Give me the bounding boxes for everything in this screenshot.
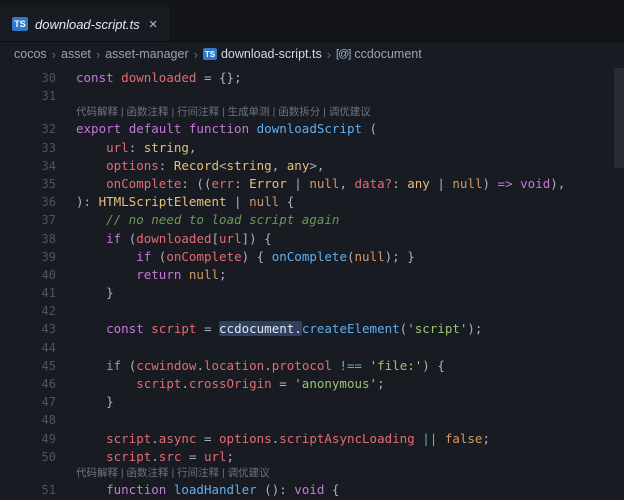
line-number: 33	[41, 140, 56, 155]
code-line[interactable]: 41 }	[0, 284, 624, 302]
line-number: 47	[41, 395, 56, 410]
code-line-text: return null;	[136, 266, 227, 282]
breadcrumb-symbol-label: ccdocument	[354, 47, 422, 61]
line-number: 49	[41, 431, 56, 446]
line-number: 38	[41, 231, 56, 246]
typescript-file-icon: TS	[202, 48, 217, 60]
line-number: 39	[41, 249, 56, 264]
code-line-text: options: Record<string, any>,	[106, 157, 325, 173]
code-line-text: export default function downloadScript (	[76, 121, 378, 137]
breadcrumb-item-asset[interactable]: asset	[61, 47, 91, 61]
code-line[interactable]: 39 if (onComplete) { onComplete(null); }	[0, 248, 624, 266]
code-line-text: if (downloaded[url]) {	[106, 230, 272, 246]
breadcrumb-item-asset-manager[interactable]: asset-manager	[105, 47, 188, 61]
code-line-text: ): HTMLScriptElement | null {	[76, 194, 295, 210]
line-number: 32	[41, 122, 56, 137]
line-number: 36	[41, 195, 56, 210]
codelens-actions[interactable]: 代码解释 | 函数注释 | 行间注释 | 生成单测 | 函数拆分 | 调优建议	[0, 105, 624, 120]
code-line[interactable]: 34 options: Record<string, any>,	[0, 157, 624, 175]
codelens-actions[interactable]: 代码解释 | 函数注释 | 行间注释 | 调优建议	[0, 466, 624, 481]
line-number: 34	[41, 158, 56, 173]
code-line-text: script.async = options.scriptAsyncLoadin…	[106, 430, 490, 446]
vscode-window: TS download-script.ts × cocos › asset › …	[0, 0, 624, 499]
code-line[interactable]: 37 // no need to load script again	[0, 211, 624, 229]
line-number: 41	[41, 286, 56, 301]
editor-tab-bar: TS download-script.ts ×	[0, 0, 624, 42]
code-line[interactable]: 40 return null;	[0, 266, 624, 284]
line-number: 48	[41, 413, 56, 428]
code-line-text: if (onComplete) { onComplete(null); }	[136, 248, 415, 264]
code-line-text: // no need to load script again	[106, 212, 340, 228]
close-tab-icon[interactable]: ×	[149, 17, 158, 32]
code-line[interactable]: 51 function loadHandler (): void {	[0, 481, 624, 499]
typescript-file-icon: TS	[12, 17, 28, 31]
line-number: 46	[41, 377, 56, 391]
tab-download-script[interactable]: TS download-script.ts ×	[0, 7, 171, 41]
code-line-text: script.src = url;	[106, 448, 235, 464]
code-line-text: if (ccwindow.location.protocol !== 'file…	[106, 357, 445, 373]
line-number: 37	[41, 213, 56, 228]
code-line[interactable]: 42	[0, 302, 624, 320]
breadcrumb-item-file[interactable]: TS download-script.ts	[202, 47, 322, 61]
code-line-text: }	[76, 285, 114, 301]
code-line-text: url: string,	[106, 139, 197, 155]
breadcrumb-item-cocos[interactable]: cocos	[14, 47, 47, 61]
chevron-right-icon: ›	[51, 46, 56, 62]
line-number: 44	[41, 340, 56, 355]
code-line[interactable]: 43 const script = ccdocument.createEleme…	[0, 320, 624, 338]
code-line[interactable]: 38 if (downloaded[url]) {	[0, 230, 624, 248]
chevron-right-icon: ›	[326, 46, 332, 62]
line-number: 50	[41, 449, 56, 464]
symbol-variable-icon: [@]	[336, 48, 351, 60]
code-line-text: const downloaded = {};	[76, 70, 242, 85]
code-editor[interactable]: 30 const downloaded = {}; 31 代码解释 | 函数注释 | …	[0, 66, 624, 499]
code-line[interactable]: 36 ): HTMLScriptElement | null {	[0, 193, 624, 211]
breadcrumb-item-symbol-ccdocument[interactable]: [@] ccdocument	[336, 47, 422, 61]
chevron-right-icon: ›	[193, 46, 198, 62]
breadcrumb: cocos › asset › asset-manager › TS downl…	[0, 42, 624, 66]
scrollbar-thumb[interactable]	[614, 68, 624, 168]
code-line[interactable]: 46 script.crossOrigin = 'anonymous';	[0, 375, 624, 393]
code-line[interactable]: 49 script.async = options.scriptAsyncLoa…	[0, 430, 624, 448]
line-number: 45	[41, 358, 56, 373]
code-line-text: }	[76, 394, 114, 410]
line-number: 51	[41, 482, 56, 497]
line-number: 35	[41, 176, 56, 191]
tab-title: download-script.ts	[35, 16, 140, 32]
code-line[interactable]: 30 const downloaded = {};	[0, 69, 624, 87]
code-line[interactable]: 32 export default function downloadScript…	[0, 120, 624, 138]
code-lines-container: 30 const downloaded = {}; 31 代码解释 | 函数注释 | …	[0, 69, 624, 499]
code-line[interactable]: 31	[0, 87, 624, 105]
code-line[interactable]: 47 }	[0, 393, 624, 411]
code-line[interactable]: 50 script.src = url;	[0, 448, 624, 466]
code-line-text: function loadHandler (): void {	[106, 481, 340, 497]
code-line-text: const script = ccdocument.createElement(…	[106, 321, 483, 337]
code-line[interactable]: 48	[0, 411, 624, 429]
code-line-text: onComplete: ((err: Error | null, data?: …	[106, 175, 566, 191]
line-number: 30	[41, 71, 56, 85]
code-line[interactable]: 44	[0, 339, 624, 357]
line-number: 42	[41, 304, 56, 319]
breadcrumb-file-label: download-script.ts	[220, 47, 322, 61]
code-line[interactable]: 35 onComplete: ((err: Error | null, data…	[0, 175, 624, 193]
line-number: 43	[41, 322, 56, 337]
line-number: 40	[41, 267, 56, 282]
code-line[interactable]: 45 if (ccwindow.location.protocol !== 'f…	[0, 357, 624, 375]
chevron-right-icon: ›	[95, 46, 101, 62]
line-number: 31	[41, 89, 56, 104]
code-line[interactable]: 33 url: string,	[0, 139, 624, 157]
code-line-text: script.crossOrigin = 'anonymous';	[136, 376, 385, 391]
